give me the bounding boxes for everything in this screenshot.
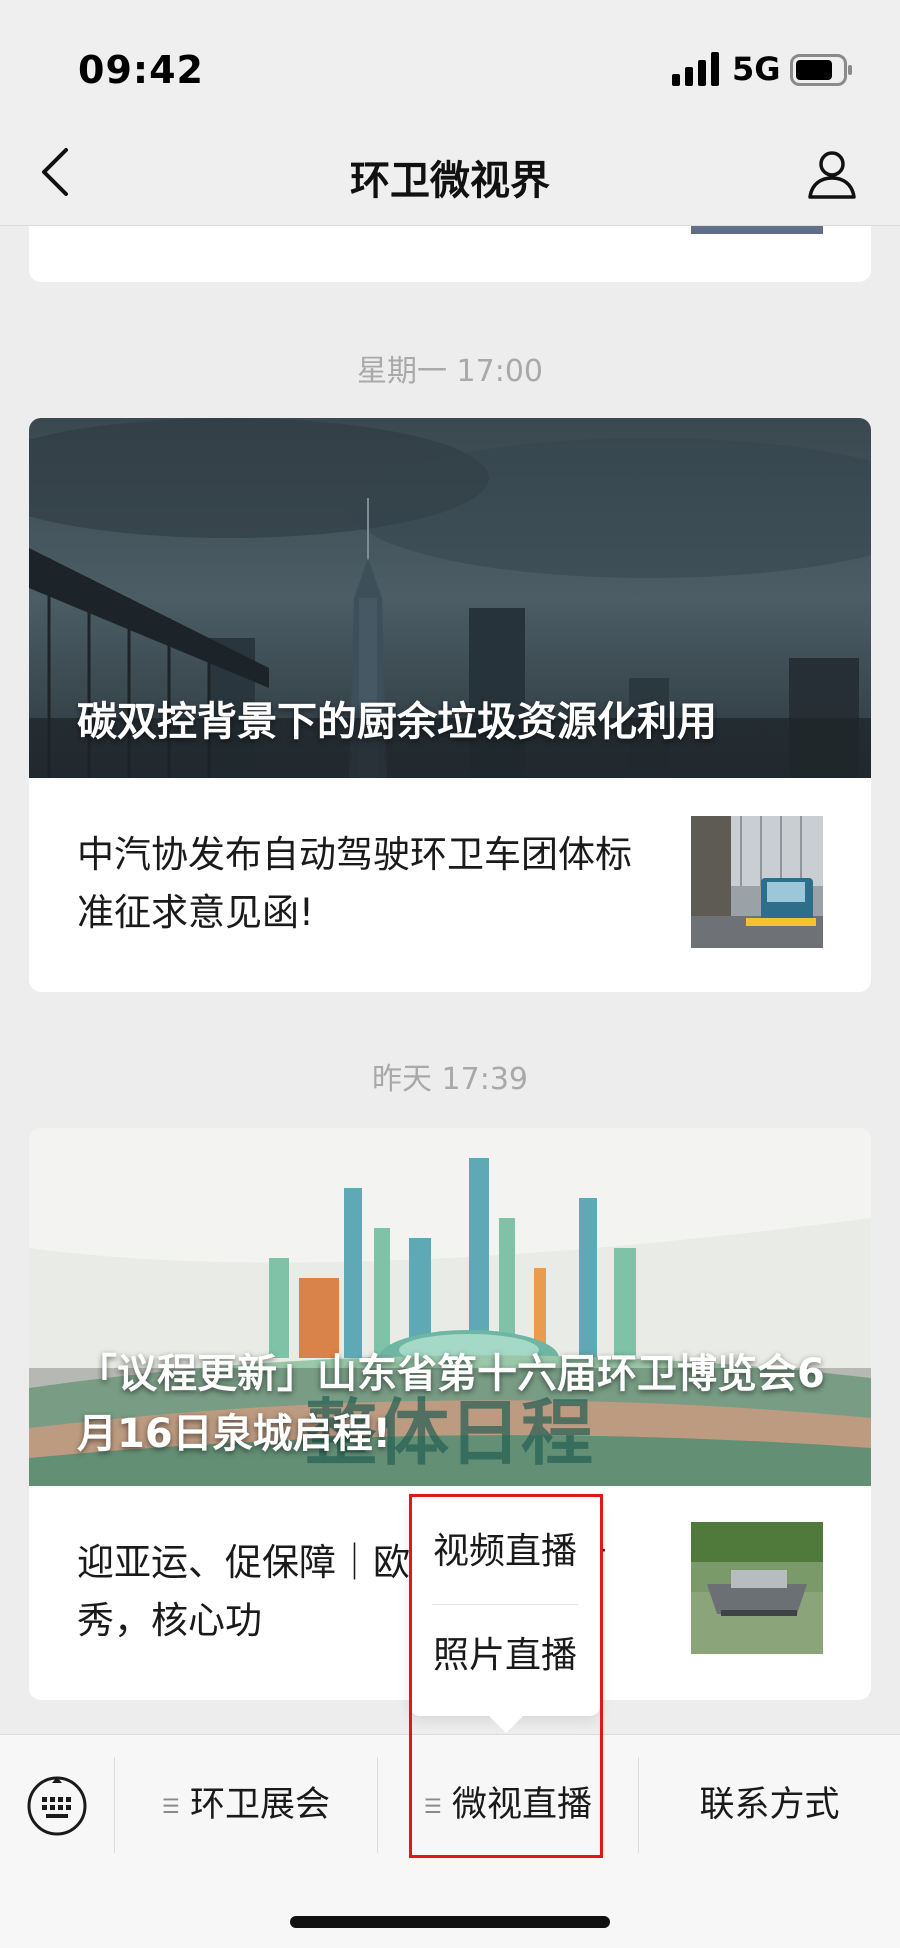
menu-expo-label: 环卫展会 (189, 1785, 330, 1825)
menu-list-icon: ☰ (162, 1794, 180, 1818)
article-card: 碳双控背景下的厨余垃圾资源化利用 中汽协发布自动驾驶环卫车团体标准征求意见函! (29, 418, 871, 992)
timestamp: 星期一 17:00 (357, 354, 543, 389)
hero-article[interactable]: 整体日程 「议程更新」山东省第十六届环卫博览会6月16日泉城启程! (29, 1128, 871, 1486)
sub-article-thumbnail (691, 816, 823, 948)
menu-micro-live[interactable]: ☰ 微视直播 (378, 1735, 638, 1875)
sub-article-title: 中汽协发布自动驾驶环卫车团体标准征求意见函! (77, 833, 632, 934)
popup-submenu: 视频直播 照片直播 (410, 1496, 600, 1733)
menu-video-live[interactable]: 视频直播 (410, 1502, 600, 1602)
timestamp: 昨天 17:39 (372, 1062, 528, 1097)
keyboard-icon[interactable] (26, 1775, 88, 1837)
menu-expo[interactable]: ☰ 环卫展会 (115, 1735, 377, 1875)
top-bar: 09:42 5G 环卫微视界 (0, 0, 900, 226)
menu-contact[interactable]: 联系方式 (639, 1735, 900, 1875)
popup-divider (432, 1604, 578, 1605)
sub-article-thumbnail (691, 1522, 823, 1654)
hero-title: 碳双控背景下的厨余垃圾资源化利用 (77, 699, 717, 745)
menu-contact-label: 联系方式 (699, 1785, 840, 1825)
menu-photo-live[interactable]: 照片直播 (410, 1606, 600, 1706)
home-indicator[interactable] (290, 1916, 610, 1928)
page-title: 环卫微视界 (350, 158, 550, 204)
battery-icon (790, 54, 852, 86)
hero-title: 「议程更新」山东省第十六届环卫博览会6月16日泉城启程! (77, 1351, 825, 1457)
signal-icon (672, 52, 719, 86)
status-time: 09:42 (78, 48, 204, 92)
sub-article[interactable]: 中汽协发布自动驾驶环卫车团体标准征求意见函! (29, 778, 871, 992)
menu-micro-live-label: 微视直播 (451, 1785, 592, 1825)
hero-article[interactable]: 碳双控背景下的厨余垃圾资源化利用 (29, 418, 871, 778)
menu-list-icon: ☰ (424, 1794, 442, 1818)
profile-icon[interactable] (806, 148, 858, 200)
network-label: 5G (732, 50, 781, 88)
